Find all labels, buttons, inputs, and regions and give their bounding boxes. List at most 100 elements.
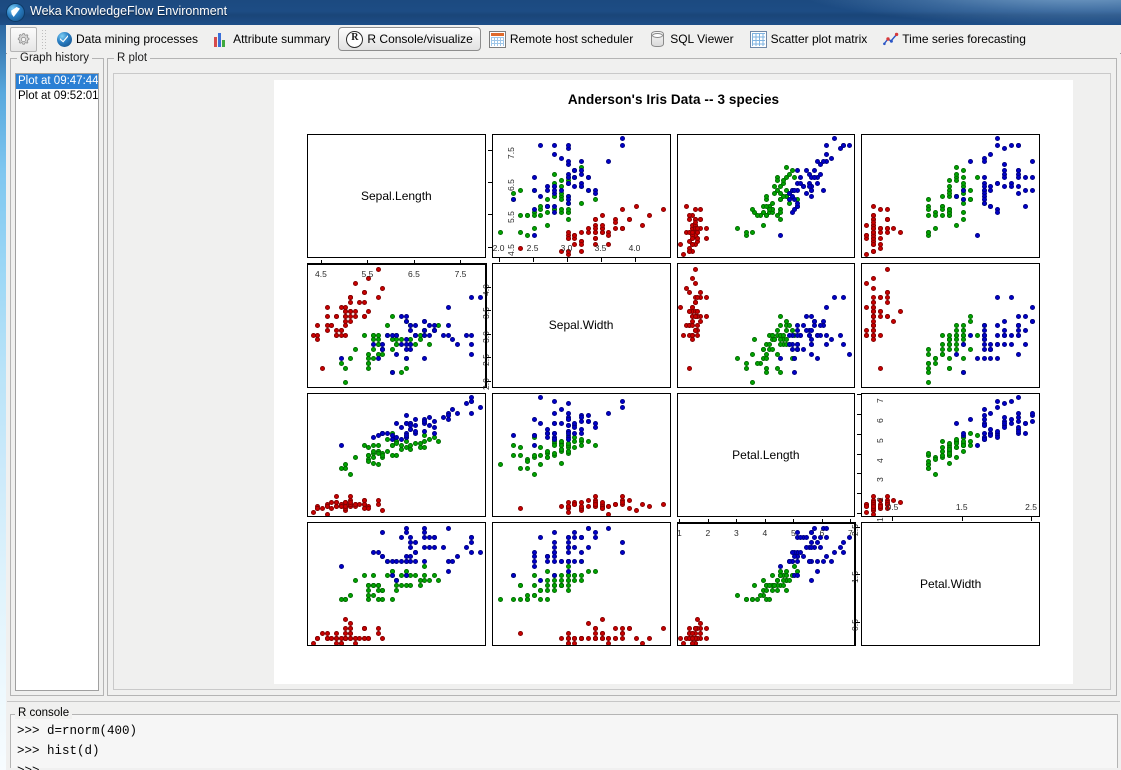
spm-data-point [361,290,367,296]
spm-data-point [606,511,612,516]
spm-diagonal-cell: Sepal.Width [491,263,671,388]
spm-data-point [343,332,349,338]
spm-data-point [517,444,523,450]
spm-data-point [995,399,1001,405]
spm-data-point [347,313,353,319]
axis-tick-label: 4 [875,457,886,463]
axis-tick-label: 4.5 [315,269,327,280]
spm-data-point [399,313,405,319]
spm-data-point [389,436,395,442]
spm-data-point [511,432,517,438]
spm-data-point [565,174,571,180]
spm-data-point [380,351,386,357]
spm-data-point [408,446,414,452]
spm-data-point [606,503,612,509]
spm-data-point [551,411,557,417]
spm-data-point [647,635,653,641]
tab-r-console-visualize[interactable]: R R Console/visualize [338,27,481,51]
spm-data-point [946,206,952,212]
spm-data-point [939,351,945,357]
spm-data-point [953,165,959,171]
spm-data-point [809,328,815,334]
spm-data-point [343,365,349,371]
tab-remote-host-scheduler[interactable]: Remote host scheduler [481,27,641,51]
spm-data-point [815,356,821,362]
spm-scatter-cell [861,263,1040,388]
spm-data-point [692,266,698,272]
tab-scatter-plot-matrix[interactable]: Scatter plot matrix [742,27,876,51]
spm-data-point [939,332,945,338]
spm-data-point [981,342,987,348]
spm-data-point [399,583,405,589]
spm-data-point [565,635,571,641]
spm-data-point [1023,313,1029,319]
plot-canvas: Anderson's Iris Data -- 3 species Sepal.… [274,80,1073,684]
spm-data-point [626,497,632,503]
spm-data-point [863,281,869,287]
spm-data-point [809,578,815,584]
spm-data-point [995,210,1001,216]
spm-data-point [333,494,339,500]
spm-data-point [1016,332,1022,338]
spm-data-point [389,313,395,319]
tab-sql-viewer[interactable]: SQL Viewer [641,27,741,51]
spm-data-point [926,466,932,472]
graph-history-list[interactable]: Plot at 09:47:44 Plot at 09:52:01 [15,73,99,691]
spm-data-point [1002,174,1008,180]
spm-data-point [572,578,578,584]
axis-tick-label: 5 [791,527,796,538]
r-console-box[interactable]: >>> d=rnorm(400) >>> hist(d) >>> [10,714,1118,770]
graph-history-item-0[interactable]: Plot at 09:47:44 [16,74,98,89]
spm-data-point [412,423,418,429]
spm-data-point [898,229,904,235]
axis-spine [861,392,863,517]
spm-data-point [545,587,551,593]
spm-data-point [450,559,456,565]
spm-data-point [599,223,605,229]
spm-data-point [870,285,876,291]
spm-diagonal-cell: Petal.Length [676,392,856,517]
spm-data-point [585,497,591,503]
spm-data-point [689,235,695,241]
spm-data-point [953,440,959,446]
spm-data-point [967,197,973,203]
spm-data-point [795,168,801,174]
gear-icon[interactable] [10,26,37,52]
tab-time-series-forecasting[interactable]: Time series forecasting [875,27,1034,51]
spm-data-point [870,503,876,509]
tab-data-mining-processes[interactable]: Data mining processes [49,27,206,51]
spm-data-point [815,332,821,338]
r-plot-viewport[interactable]: Anderson's Iris Data -- 3 species Sepal.… [113,73,1111,690]
spm-data-point [743,229,749,235]
axis-tick-label: 2.5 [526,243,539,254]
spm-data-point [613,219,619,225]
spm-data-point [877,229,883,235]
spm-data-point [815,158,821,164]
spm-data-point [755,597,761,603]
spm-data-point [385,448,391,454]
spm-data-point [863,304,869,310]
spm-data-point [380,597,386,603]
spm-data-point [823,554,829,560]
spm-data-point [613,626,619,632]
tab-attribute-summary[interactable]: Attribute summary [206,27,338,51]
spm-data-point [478,549,484,555]
spm-data-point [380,554,386,560]
spm-diagonal-cell: Sepal.Length [307,134,486,259]
spm-data-point [1023,342,1029,348]
spm-data-point [517,505,523,511]
spm-data-point [884,313,890,319]
spm-data-point [585,568,591,574]
toolbar-drag-handle[interactable] [41,28,46,50]
graph-history-item-1[interactable]: Plot at 09:52:01 [16,89,98,104]
spm-data-point [692,281,698,287]
spm-data-point [468,342,474,348]
axis-tick-label: 1 [676,527,682,538]
spm-data-point [431,535,437,541]
spm-data-point [338,640,344,645]
spm-data-point [806,559,812,565]
spm-data-point [981,436,987,442]
spm-data-point [592,425,598,431]
spm-scatter-cell [491,392,671,517]
spm-data-point [565,503,571,509]
